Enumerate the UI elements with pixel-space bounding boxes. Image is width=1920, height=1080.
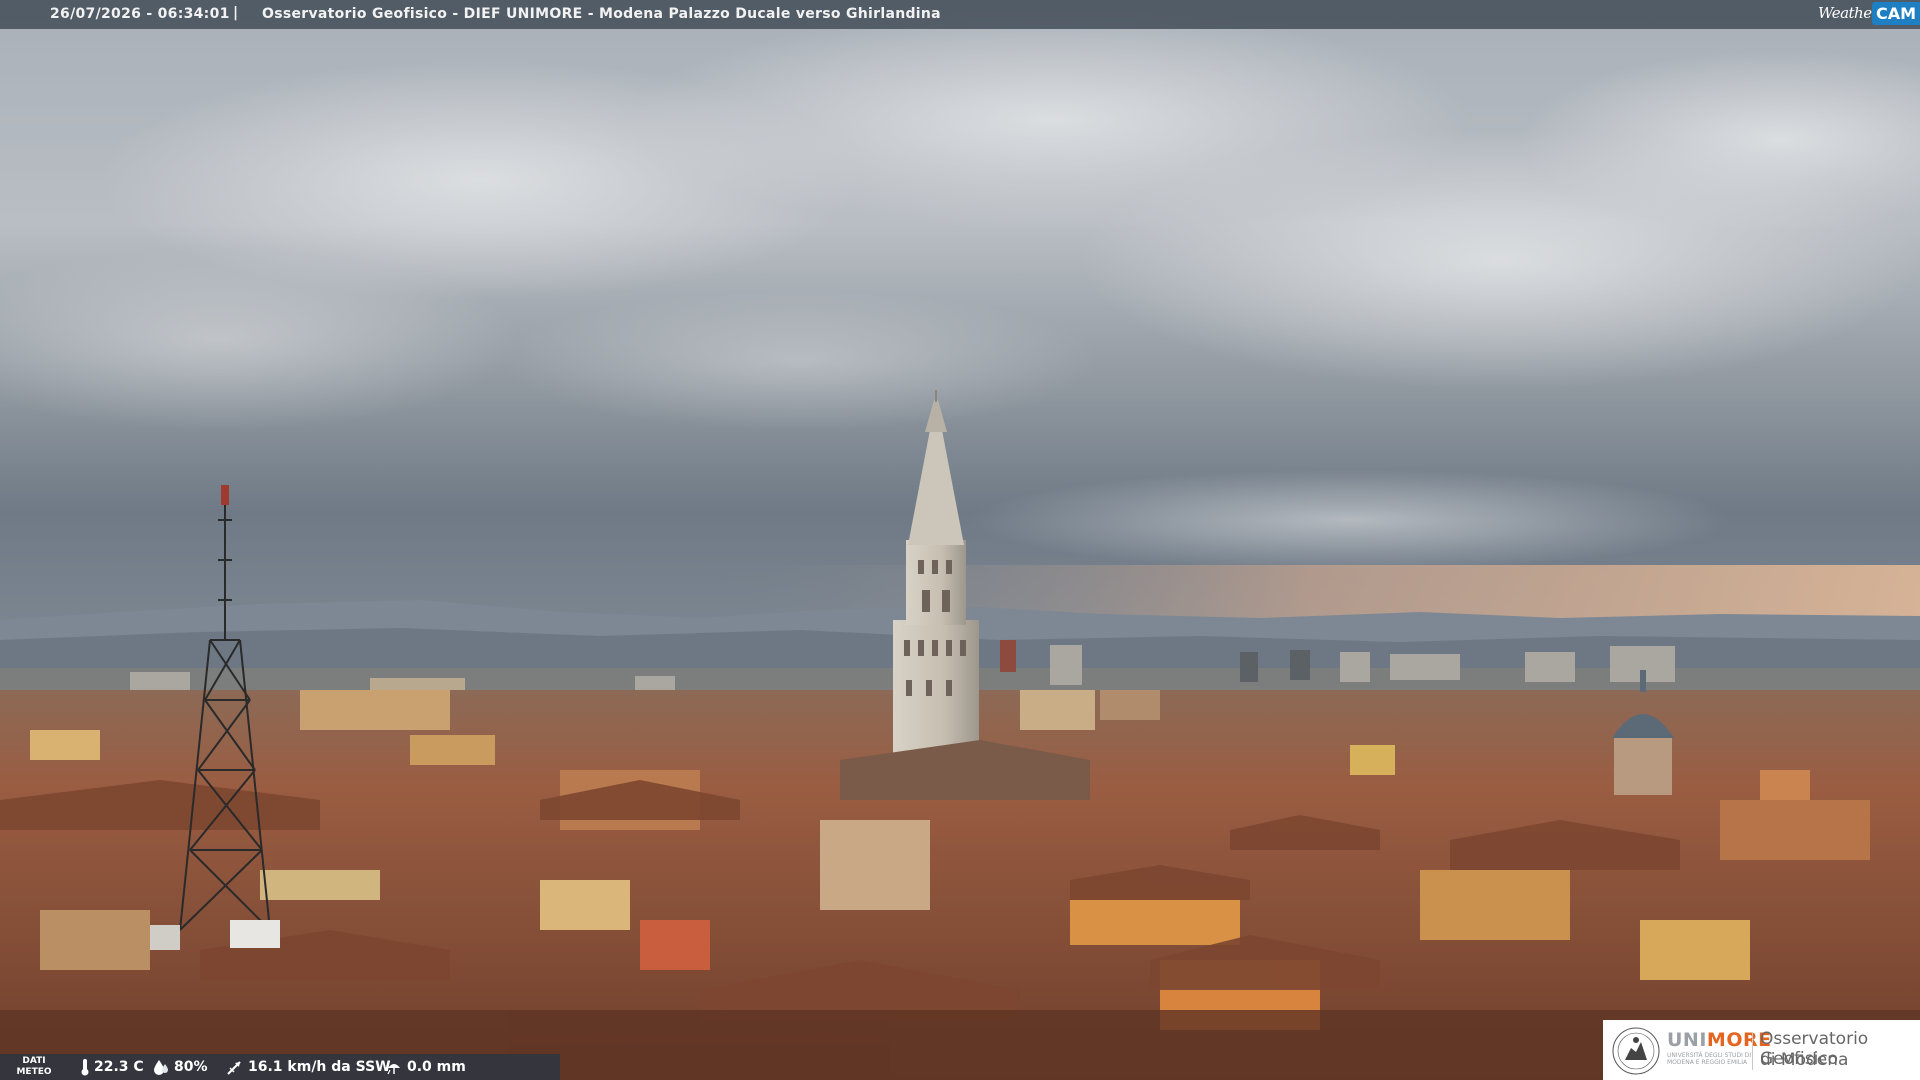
weathercam-logo-weather: Weather — [1818, 4, 1879, 22]
unimore-wordmark-uni: UNI — [1667, 1029, 1707, 1051]
weathercam-logo: Weather CAM — [1816, 0, 1920, 27]
rain-gauge-icon — [387, 1064, 400, 1075]
weather-data-label-line2: METEO — [16, 1067, 52, 1077]
unimore-seal-icon — [1612, 1027, 1660, 1075]
webcam-frame: 26/07/2026 - 06:34:01 | Osservatorio Geo… — [0, 0, 1920, 1080]
weather-data-label-line1: DATI — [22, 1056, 46, 1066]
weathercam-logo-cam: CAM — [1871, 2, 1920, 25]
separator: | — [233, 5, 239, 21]
weather-data-bar: DATI METEO 22.3 C 80% 16.1 km/h da SSW 0… — [0, 1054, 560, 1080]
webcam-scene — [0, 0, 1920, 1080]
timestamp: 26/07/2026 - 06:34:01 — [50, 6, 230, 22]
humidity-value: 80% — [174, 1059, 208, 1075]
humidity-readout: 80% — [152, 1058, 208, 1076]
weather-data-label: DATI METEO — [4, 1056, 64, 1078]
unimore-wordmark: UNIMORE — [1667, 1029, 1772, 1051]
camera-title: Osservatorio Geofisico - DIEF UNIMORE - … — [262, 6, 941, 22]
unimore-logo: UNIMORE UNIVERSITÀ DEGLI STUDI DI MODENA… — [1603, 1020, 1920, 1080]
info-bar: 26/07/2026 - 06:34:01 | Osservatorio Geo… — [0, 0, 1920, 29]
temperature-readout: 22.3 C — [80, 1058, 144, 1076]
rain-readout: 0.0 mm — [385, 1058, 466, 1076]
logo-divider — [1752, 1032, 1753, 1070]
wind-value: 16.1 km/h da SSW — [248, 1059, 391, 1075]
wind-direction-icon — [227, 1061, 241, 1075]
rain-value: 0.0 mm — [407, 1059, 466, 1075]
temperature-value: 22.3 C — [94, 1059, 144, 1075]
humidity-drop-icon — [154, 1060, 168, 1075]
observatory-name-line2: di Modena — [1760, 1050, 1849, 1070]
thermometer-icon — [81, 1059, 89, 1076]
wind-readout: 16.1 km/h da SSW — [226, 1058, 391, 1076]
